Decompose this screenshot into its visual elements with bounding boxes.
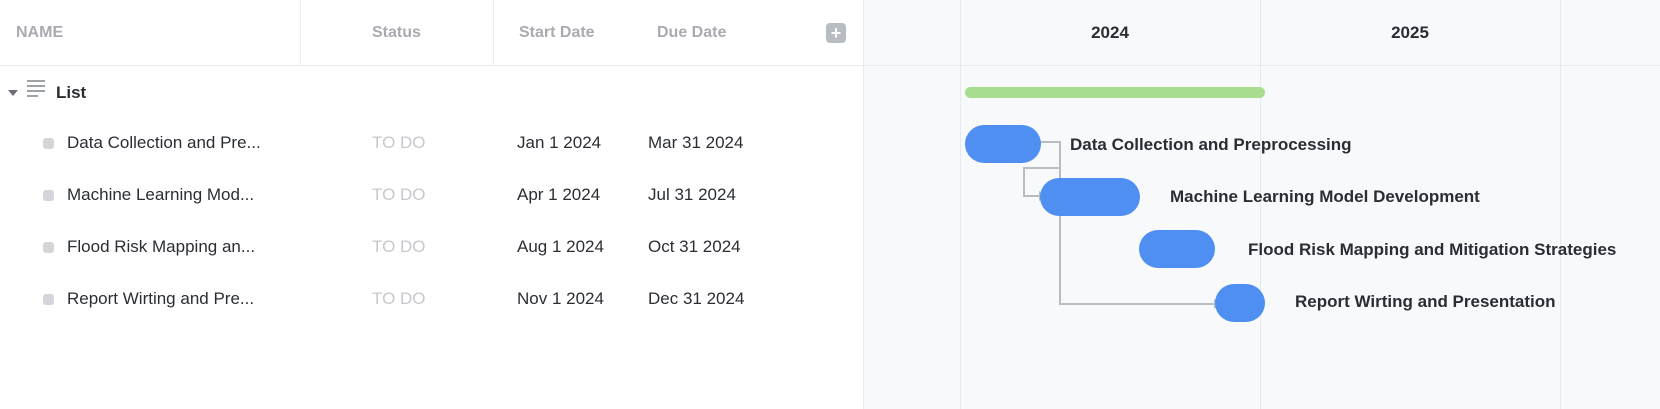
task-bar-label: Machine Learning Model Development [1170, 187, 1480, 206]
task-bar[interactable] [1215, 284, 1265, 322]
status-dot-icon[interactable] [43, 242, 54, 253]
task-due-date[interactable]: Jul 31 2024 [648, 185, 736, 205]
task-start-date[interactable]: Jan 1 2024 [517, 133, 601, 153]
task-name[interactable]: Flood Risk Mapping an... [67, 237, 255, 257]
column-header-status[interactable]: Status [372, 0, 421, 65]
list-icon [27, 80, 45, 98]
column-header-start-date[interactable]: Start Date [519, 0, 595, 65]
column-header-name[interactable]: NAME [16, 0, 63, 65]
task-due-date[interactable]: Oct 31 2024 [648, 237, 741, 257]
task-name[interactable]: Machine Learning Mod... [67, 185, 254, 205]
table-row[interactable]: Machine Learning Mod... TO DO Apr 1 2024… [0, 170, 863, 222]
status-dot-icon[interactable] [43, 138, 54, 149]
table-row[interactable]: Data Collection and Pre... TO DO Jan 1 2… [0, 118, 863, 170]
task-bar-label: Flood Risk Mapping and Mitigation Strate… [1248, 240, 1617, 259]
group-label: List [56, 83, 87, 102]
task-start-date[interactable]: Apr 1 2024 [517, 185, 600, 205]
column-header-due-date[interactable]: Due Date [657, 0, 726, 65]
column-divider [493, 0, 494, 65]
task-start-date[interactable]: Nov 1 2024 [517, 289, 604, 309]
task-bar[interactable] [1139, 230, 1215, 268]
task-list-panel: NAME Status Start Date Due Date + List D… [0, 0, 864, 409]
group-row-list[interactable]: List [0, 66, 863, 118]
table-row[interactable]: Report Wirting and Pre... TO DO Nov 1 20… [0, 274, 863, 326]
table-header: NAME Status Start Date Due Date + [0, 0, 863, 66]
task-due-date[interactable]: Mar 31 2024 [648, 133, 743, 153]
table-row[interactable]: Flood Risk Mapping an... TO DO Aug 1 202… [0, 222, 863, 274]
task-bar-label: Report Wirting and Presentation [1295, 292, 1556, 311]
task-status[interactable]: TO DO [372, 185, 426, 205]
task-status[interactable]: TO DO [372, 289, 426, 309]
task-bar[interactable] [1040, 178, 1140, 216]
column-divider [300, 0, 301, 65]
status-dot-icon[interactable] [43, 294, 54, 305]
task-bar-label: Data Collection and Preprocessing [1070, 135, 1352, 154]
task-due-date[interactable]: Dec 31 2024 [648, 289, 744, 309]
task-bar[interactable] [965, 125, 1041, 163]
status-dot-icon[interactable] [43, 190, 54, 201]
gantt-timeline[interactable]: 2024 2025 Data Collection and Preprocess… [864, 0, 1660, 409]
task-name[interactable]: Data Collection and Pre... [67, 133, 261, 153]
task-name[interactable]: Report Wirting and Pre... [67, 289, 254, 309]
plus-icon[interactable]: + [826, 23, 846, 43]
task-status[interactable]: TO DO [372, 133, 426, 153]
task-status[interactable]: TO DO [372, 237, 426, 257]
caret-down-icon[interactable] [8, 90, 18, 96]
task-start-date[interactable]: Aug 1 2024 [517, 237, 604, 257]
